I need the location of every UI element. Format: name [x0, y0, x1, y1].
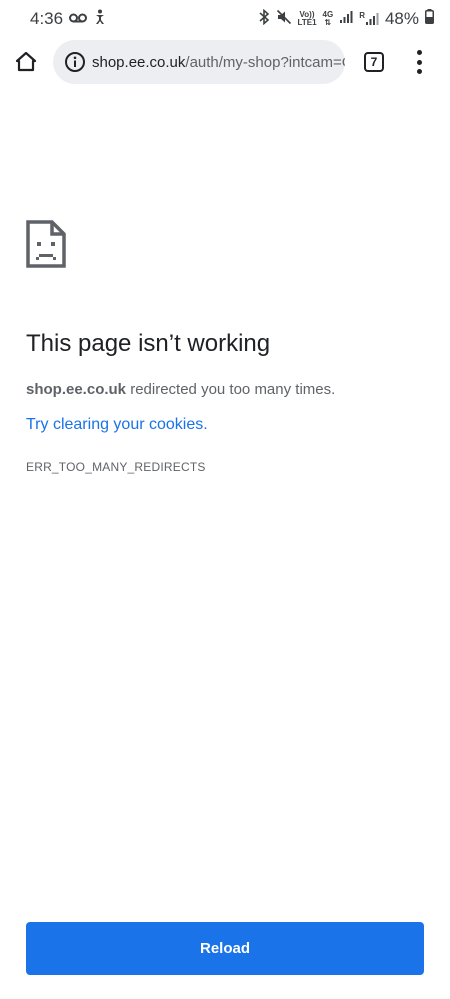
browser-toolbar: shop.ee.co.uk/auth/my-shop?intcam=C 7: [0, 38, 450, 86]
tab-count: 7: [370, 55, 378, 69]
accessibility-icon: [93, 9, 107, 30]
url-path: /auth/my-shop?intcam=C: [185, 53, 345, 71]
more-vert-icon-dot: [416, 59, 422, 65]
error-description: shop.ee.co.uk redirected you too many ti…: [26, 381, 335, 398]
data-arrows-icon: ⇅: [324, 18, 332, 27]
address-bar[interactable]: shop.ee.co.uk/auth/my-shop?intcam=C: [53, 40, 345, 84]
volte-bottom-label: LTE1: [297, 18, 317, 27]
status-left: 4:36: [30, 9, 107, 30]
bluetooth-icon: [258, 8, 270, 30]
status-right: Vo)) LTE1 4G ⇅ R 48%: [258, 8, 434, 30]
url-host: shop.ee.co.uk: [92, 53, 186, 71]
signal-roaming-icon: R: [359, 12, 379, 26]
battery-percentage: 48%: [384, 9, 419, 28]
suggestion: Try clearing your cookies.: [26, 416, 208, 434]
error-title: This page isn’t working: [26, 330, 271, 357]
battery-icon: [425, 9, 434, 29]
error-code: ERR_TOO_MANY_REDIRECTS: [26, 460, 206, 474]
voicemail-icon: [69, 9, 88, 29]
url-text[interactable]: shop.ee.co.uk/auth/my-shop?intcam=C: [92, 54, 345, 71]
signal-icon: [339, 9, 353, 29]
suggestion-suffix: .: [203, 416, 208, 433]
status-time: 4:36: [30, 9, 64, 28]
info-icon[interactable]: [64, 51, 86, 73]
overflow-menu-button[interactable]: [409, 50, 429, 74]
home-button[interactable]: [12, 48, 40, 76]
volte-icon: Vo)) LTE1: [298, 11, 317, 27]
error-host: shop.ee.co.uk: [26, 381, 127, 398]
home-icon: [15, 51, 37, 72]
4g-icon: 4G ⇅: [323, 11, 334, 27]
mute-icon: [276, 9, 292, 30]
broken-page-icon: [26, 220, 66, 268]
more-vert-icon: [416, 50, 422, 55]
reload-button[interactable]: Reload: [26, 922, 424, 975]
error-message: redirected you too many times.: [126, 381, 336, 398]
more-vert-icon-dot: [416, 69, 422, 74]
tab-switcher-button[interactable]: 7: [364, 52, 384, 72]
status-bar: 4:36 Vo)) LTE1 4G ⇅ R 48%: [0, 0, 450, 38]
clear-cookies-link[interactable]: Try clearing your cookies: [26, 416, 203, 433]
